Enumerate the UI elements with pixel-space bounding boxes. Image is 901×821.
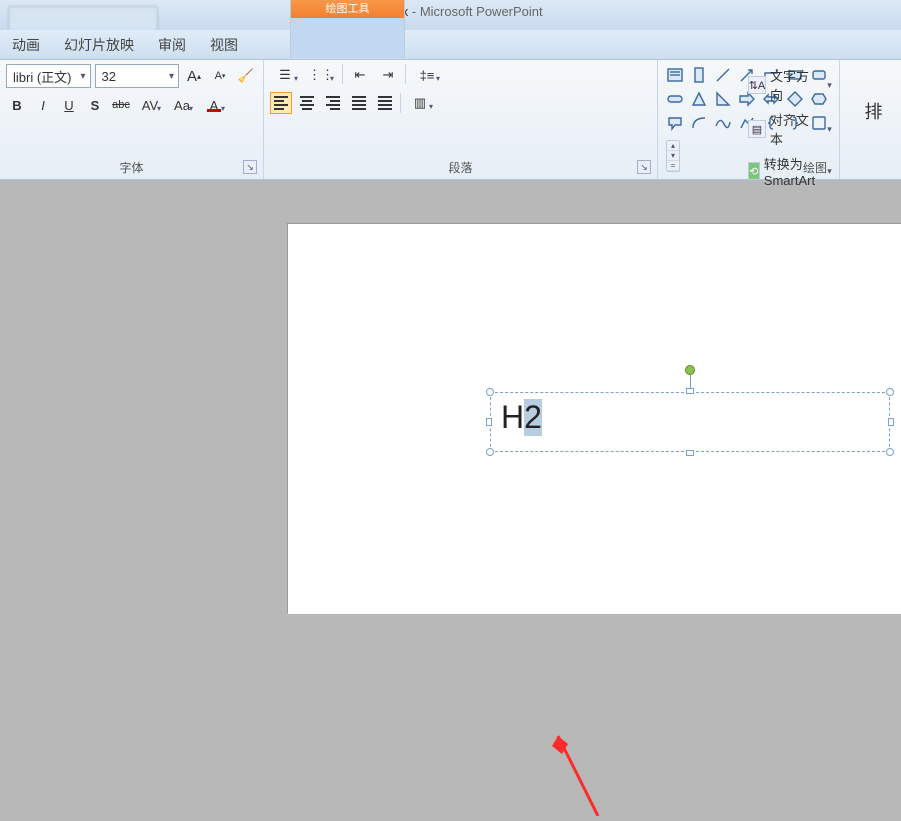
align-text-icon: ▤ [748, 120, 766, 138]
bullets-button[interactable]: ☰ [270, 64, 300, 86]
change-case-button[interactable]: Aa [168, 94, 196, 116]
tab-review[interactable]: 审阅 [146, 30, 198, 59]
ribbon: libri (正文) 32 A▴ A▾ 🧹 B I U S abc AV Aa … [0, 60, 901, 180]
slide-workspace: H2 [0, 208, 901, 607]
resize-handle-bl[interactable] [486, 448, 494, 456]
char-spacing-button[interactable]: AV [136, 94, 164, 116]
textbox-text[interactable]: H2 [491, 393, 889, 442]
annotation-arrow [548, 726, 608, 816]
align-center-button[interactable] [296, 92, 318, 114]
font-group-label: 字体 ↘ [6, 157, 257, 177]
clear-format-button[interactable]: 🧹 [235, 65, 257, 87]
resize-handle-tl[interactable] [486, 388, 494, 396]
shape-line-icon[interactable] [712, 64, 734, 86]
font-color-button[interactable]: A [200, 94, 228, 116]
arrange-button[interactable]: 排 [846, 64, 901, 157]
grow-font-button[interactable]: A▴ [183, 65, 205, 87]
ribbon-group-paragraph: ☰ ⋮⋮ ⇤ ⇥ ‡≡ ▥ ⇅A文字方向▾ ▤对齐文本▾ ⟲转换为 [264, 60, 658, 179]
paragraph-group-label: 段落 ↘ [270, 157, 651, 177]
shapes-group-label: 绘图 [664, 157, 833, 177]
text-char-2-selected: 2 [524, 399, 542, 436]
resize-handle-ml[interactable] [486, 418, 492, 426]
align-justify-button[interactable] [348, 92, 370, 114]
shadow-button[interactable]: S [84, 94, 106, 116]
tab-animation[interactable]: 动画 [0, 30, 52, 59]
slide-canvas[interactable]: H2 [288, 224, 901, 614]
align-distribute-button[interactable] [374, 92, 396, 114]
shape-vtextbox-icon[interactable] [688, 64, 710, 86]
align-text-button[interactable]: ▤对齐文本▾ [744, 108, 836, 150]
font-family-select[interactable]: libri (正文) [6, 64, 91, 88]
tab-slideshow[interactable]: 幻灯片放映 [52, 30, 146, 59]
gallery-up-icon[interactable]: ▴ [667, 141, 679, 151]
italic-button[interactable]: I [32, 94, 54, 116]
rotate-handle[interactable] [685, 365, 695, 375]
increase-indent-button[interactable]: ⇥ [377, 64, 399, 86]
numbering-button[interactable]: ⋮⋮ [306, 64, 336, 86]
ribbon-group-font: libri (正文) 32 A▴ A▾ 🧹 B I U S abc AV Aa … [0, 60, 264, 179]
window-tabs [0, 0, 158, 30]
text-direction-icon: ⇅A [748, 76, 766, 94]
text-direction-button[interactable]: ⇅A文字方向▾ [744, 64, 836, 106]
columns-button[interactable]: ▥ [405, 92, 435, 114]
font-dialog-launcher[interactable]: ↘ [243, 160, 257, 174]
contextual-tab-title: 绘图工具 [291, 0, 404, 18]
decrease-indent-button[interactable]: ⇤ [349, 64, 371, 86]
textbox-selected[interactable]: H2 [490, 392, 890, 452]
browser-tab-1[interactable] [8, 6, 158, 30]
tab-view[interactable]: 视图 [198, 30, 250, 59]
shape-capsule-icon[interactable] [664, 88, 686, 110]
ribbon-group-arrange-partial: 排 [840, 60, 901, 179]
shape-callout-icon[interactable] [664, 112, 686, 134]
shape-arc-icon[interactable] [688, 112, 710, 134]
line-spacing-button[interactable]: ‡≡ [412, 64, 442, 86]
resize-handle-bm[interactable] [686, 450, 694, 456]
shrink-font-button[interactable]: A▾ [209, 65, 231, 87]
ribbon-tabs: 动画 幻灯片放映 审阅 视图 格式 [0, 30, 901, 60]
align-right-button[interactable] [322, 92, 344, 114]
paragraph-dialog-launcher[interactable]: ↘ [637, 160, 651, 174]
shape-curve-icon[interactable] [712, 112, 734, 134]
resize-handle-tm[interactable] [686, 388, 694, 394]
shape-rtriangle-icon[interactable] [712, 88, 734, 110]
text-char-h: H [501, 399, 524, 436]
resize-handle-tr[interactable] [886, 388, 894, 396]
shape-triangle-icon[interactable] [688, 88, 710, 110]
bold-button[interactable]: B [6, 94, 28, 116]
app-name: Microsoft PowerPoint [420, 4, 543, 19]
underline-button[interactable]: U [58, 94, 80, 116]
resize-handle-br[interactable] [886, 448, 894, 456]
shape-textbox-icon[interactable] [664, 64, 686, 86]
font-size-select[interactable]: 32 [95, 64, 180, 88]
strikethrough-button[interactable]: abc [110, 94, 132, 116]
align-left-button[interactable] [270, 92, 292, 114]
contextual-tab-drawing-tools: 绘图工具 [290, 0, 405, 58]
resize-handle-mr[interactable] [888, 418, 894, 426]
title-bar: 123.pptx - Microsoft PowerPoint [0, 0, 901, 30]
